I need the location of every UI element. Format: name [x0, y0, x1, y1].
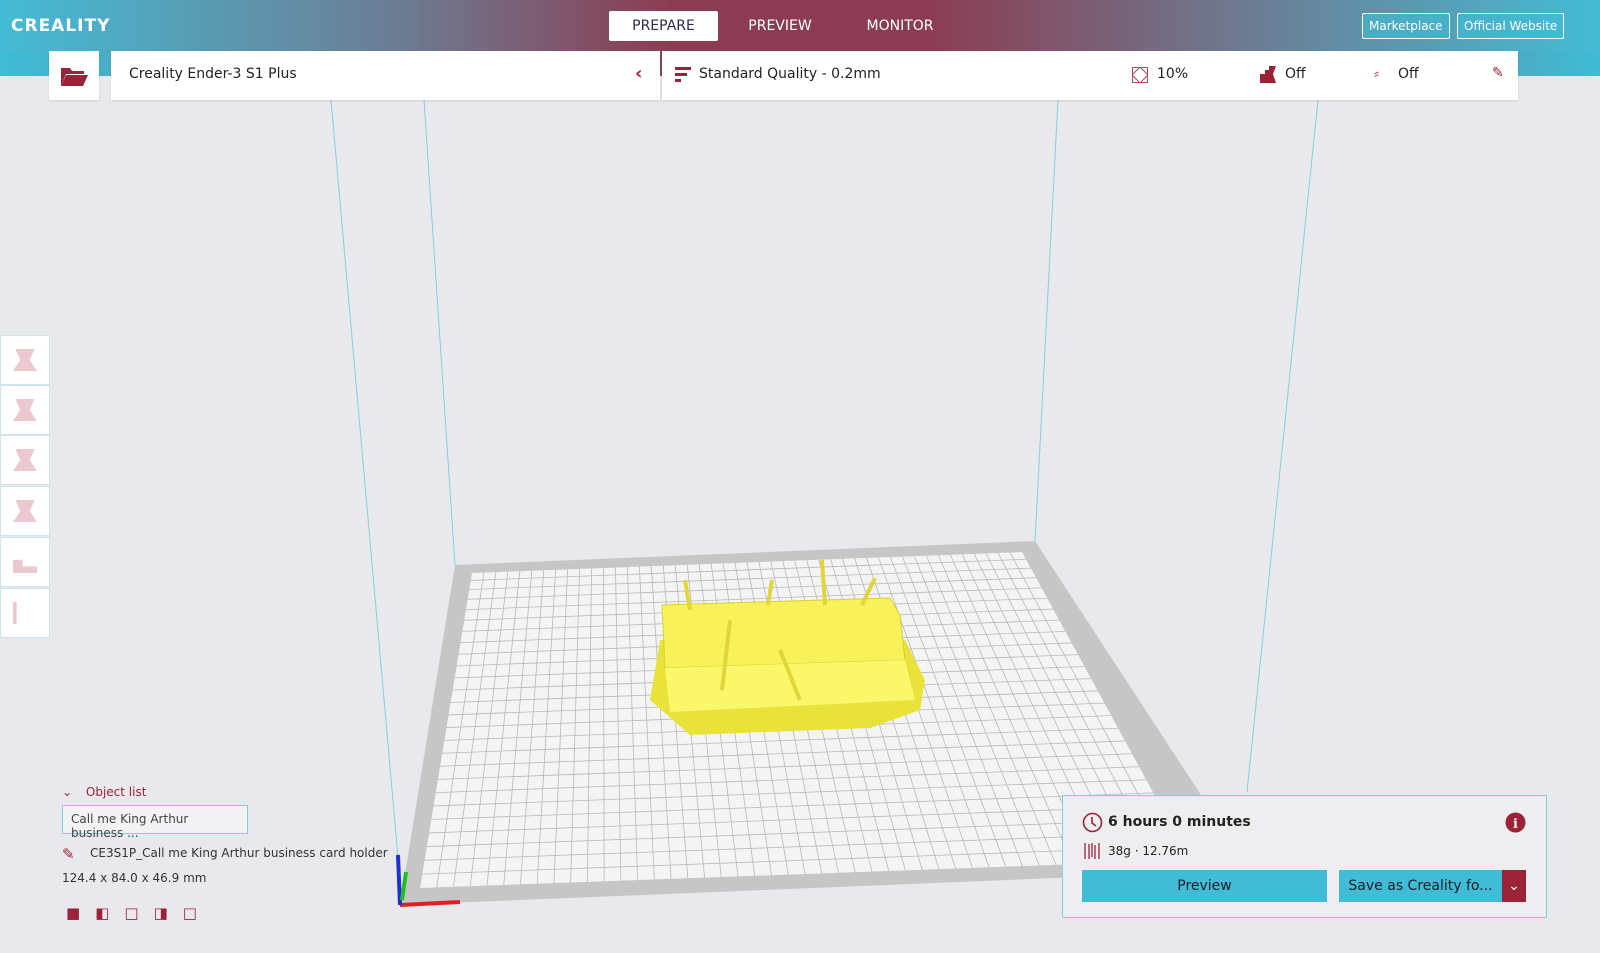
marketplace-button[interactable]: Marketplace	[1362, 13, 1450, 39]
save-options-chevron-icon[interactable]: ⌄	[1502, 870, 1526, 902]
tab-prepare[interactable]: PREPARE	[609, 11, 718, 41]
mirror-tool-button[interactable]	[0, 486, 50, 536]
scale-icon	[13, 399, 37, 421]
creality-logo: CREALITY	[11, 16, 111, 36]
tab-preview[interactable]: PREVIEW	[730, 11, 830, 41]
print-info-panel: 6 hours 0 minutes i 38g · 12.76m Preview…	[1062, 795, 1547, 918]
adhesion-icon: ⸗	[1374, 64, 1379, 82]
material-usage: 38g · 12.76m	[1108, 844, 1189, 858]
collapse-chevron-icon[interactable]: ‹	[635, 63, 642, 84]
per-model-settings-icon	[13, 559, 37, 573]
folder-icon	[61, 67, 88, 86]
adhesion-value: Off	[1398, 66, 1419, 82]
save-button[interactable]: Save as Creality fo...	[1339, 870, 1502, 902]
support-value: Off	[1285, 66, 1306, 82]
preview-button[interactable]: Preview	[1082, 870, 1327, 902]
support-blocker-button[interactable]	[0, 588, 50, 638]
filament-icon	[1084, 843, 1100, 859]
info-icon[interactable]: i	[1505, 812, 1526, 833]
quality-profile: Standard Quality - 0.2mm	[699, 66, 881, 82]
object-list-toggle[interactable]: ⌄ Object list	[62, 785, 146, 799]
mirror-icon	[13, 500, 37, 522]
move-icon	[13, 349, 37, 371]
per-model-settings-button[interactable]	[0, 537, 50, 587]
move-tool-button[interactable]	[0, 335, 50, 385]
object-dimensions: 124.4 x 84.0 x 46.9 mm	[62, 871, 207, 885]
pencil-icon[interactable]: ✎	[62, 845, 75, 863]
view-buttons: ■ ◧ □ ◨ □	[66, 904, 197, 922]
open-file-button[interactable]	[49, 51, 99, 100]
infill-value: 10%	[1157, 66, 1189, 82]
rotate-icon	[13, 449, 37, 471]
official-website-button[interactable]: Official Website	[1457, 13, 1565, 39]
printer-selector[interactable]: Creality Ender-3 S1 Plus ‹	[111, 51, 660, 100]
tab-monitor[interactable]: MONITOR	[850, 11, 950, 41]
print-time: 6 hours 0 minutes	[1108, 814, 1251, 830]
clock-icon	[1082, 812, 1103, 833]
rotate-tool-button[interactable]	[0, 435, 50, 485]
print-settings-bar[interactable]: Standard Quality - 0.2mm 10% Off ⸗ Off ✎	[662, 51, 1518, 100]
support-blocker-icon	[13, 602, 17, 624]
front-view-cube-icon[interactable]: ◧	[95, 904, 109, 922]
top-view-cube-icon[interactable]: □	[124, 904, 138, 922]
quality-icon	[675, 67, 691, 82]
scale-tool-button[interactable]	[0, 385, 50, 435]
chevron-down-icon: ⌄	[62, 785, 73, 799]
printer-name: Creality Ender-3 S1 Plus	[129, 66, 297, 82]
left-view-cube-icon[interactable]: ◨	[154, 904, 168, 922]
support-icon	[1260, 66, 1276, 83]
object-filename: CE3S1P_Call me King Arthur business card…	[90, 846, 388, 860]
object-list-item[interactable]: Call me King Arthur business ...	[62, 805, 248, 840]
infill-icon	[1132, 67, 1148, 83]
edit-settings-pencil-icon[interactable]: ✎	[1492, 65, 1504, 81]
right-view-cube-icon[interactable]: □	[183, 904, 197, 922]
3d-view-cube-icon[interactable]: ■	[66, 904, 80, 922]
svg-text:i: i	[1513, 817, 1518, 832]
object-list-label: Object list	[85, 785, 147, 799]
